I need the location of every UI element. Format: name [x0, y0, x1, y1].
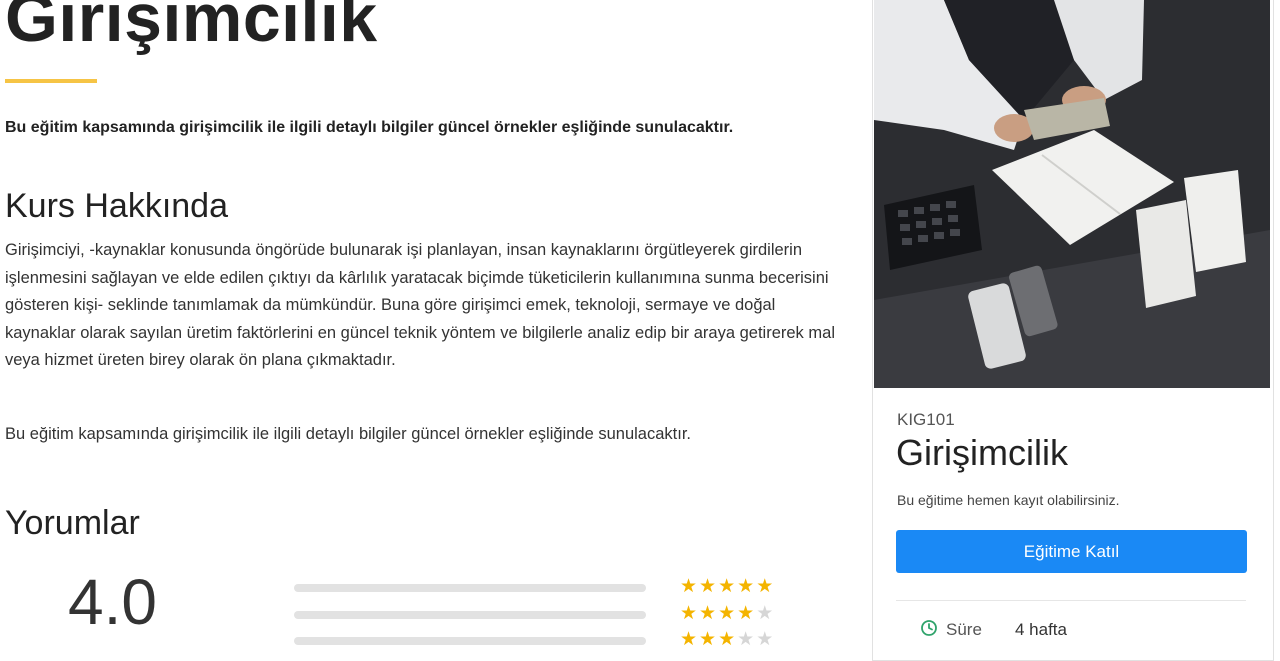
star-icon: ★: [699, 603, 719, 624]
title-underline: [5, 79, 97, 83]
card-divider: [896, 600, 1246, 601]
course-code: KIG101: [897, 410, 955, 429]
rating-bar-3: [294, 637, 646, 645]
reviews-heading: Yorumlar: [5, 504, 140, 542]
page-title: Girişimcilik: [5, 0, 378, 56]
card-title: Girişimcilik: [896, 432, 1068, 473]
duration-label: Süre: [946, 620, 982, 639]
rating-bar-4: [294, 611, 646, 619]
average-rating: 4.0: [68, 566, 157, 638]
star-icon: ★: [718, 576, 738, 597]
about-paragraph-2: Bu eğitim kapsamında girişimcilik ile il…: [5, 425, 691, 443]
star-icon: ★: [756, 576, 776, 597]
about-paragraph-1: Girişimciyi, -kaynaklar konusunda öngörü…: [5, 241, 835, 369]
duration-value: 4 hafta: [1015, 620, 1067, 639]
rating-bar-5: [294, 584, 646, 592]
star-icon: ★: [737, 576, 757, 597]
course-image: [874, 0, 1270, 388]
star-icon: ★: [737, 603, 757, 624]
enroll-button[interactable]: Eğitime Katıl: [896, 530, 1247, 573]
clock-icon: [921, 620, 937, 636]
enroll-hint: Bu eğitime hemen kayıt olabilirsiniz.: [897, 492, 1120, 508]
star-icon: ★: [680, 576, 700, 597]
star-icon: ★: [718, 603, 738, 624]
star-icon: ★: [680, 603, 700, 624]
stars-row-5: ★★★★★: [680, 577, 775, 596]
stars-row-4: ★★★★★: [680, 604, 775, 623]
course-lead: Bu eğitim kapsamında girişimcilik ile il…: [5, 119, 734, 136]
star-icon: ★: [699, 576, 719, 597]
star-empty-icon: ★: [756, 603, 776, 624]
about-heading: Kurs Hakkında: [5, 187, 228, 225]
